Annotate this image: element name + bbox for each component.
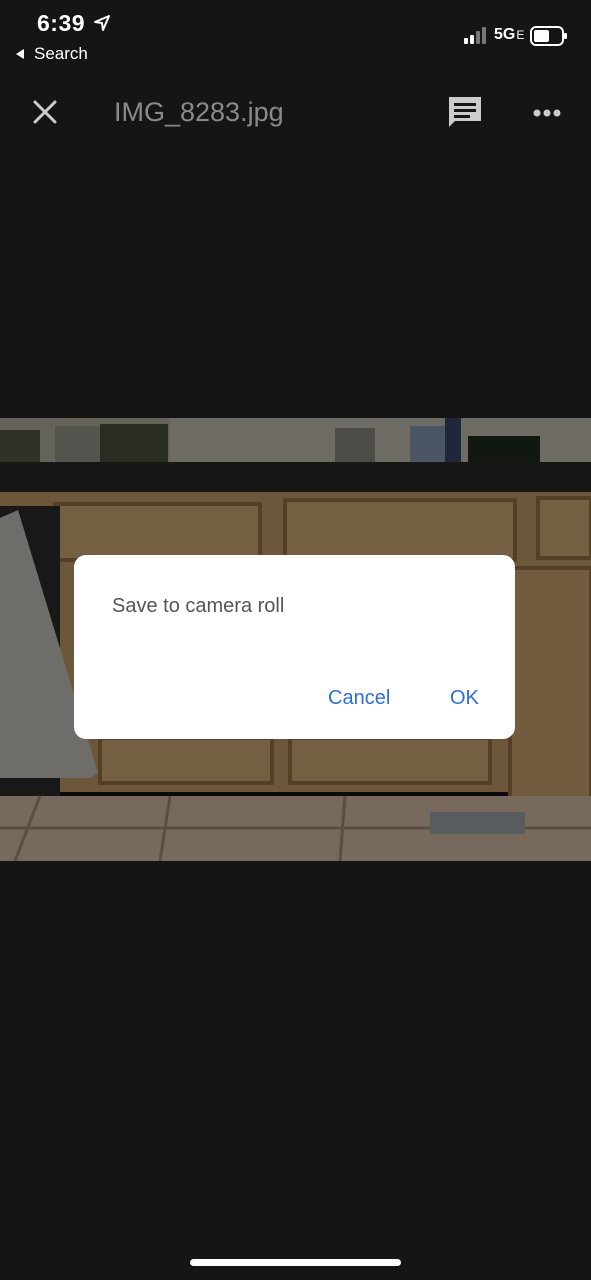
close-icon[interactable] xyxy=(27,94,63,130)
cancel-button[interactable]: Cancel xyxy=(320,683,398,714)
viewer-top-bar: IMG_8283.jpg xyxy=(0,80,591,146)
back-search-label: Search xyxy=(34,44,88,63)
back-to-search-link[interactable]: Search xyxy=(16,44,88,64)
status-bar: 6:39 Search 5GE xyxy=(0,0,591,70)
status-time: 6:39 xyxy=(37,10,86,36)
more-horizontal-icon[interactable] xyxy=(528,98,566,128)
location-arrow-icon xyxy=(94,15,110,31)
dialog-message: Save to camera roll xyxy=(112,595,285,617)
network-indicator: 5GE xyxy=(494,26,525,43)
battery-icon xyxy=(530,26,567,46)
cellular-signal-icon xyxy=(464,27,486,44)
back-triangle-icon xyxy=(16,49,24,59)
comment-icon[interactable] xyxy=(444,94,486,132)
ok-button[interactable]: OK xyxy=(442,683,487,714)
home-indicator[interactable] xyxy=(190,1259,401,1266)
file-name-title: IMG_8283.jpg xyxy=(114,97,284,127)
save-dialog: Save to camera roll Cancel OK xyxy=(74,555,515,739)
